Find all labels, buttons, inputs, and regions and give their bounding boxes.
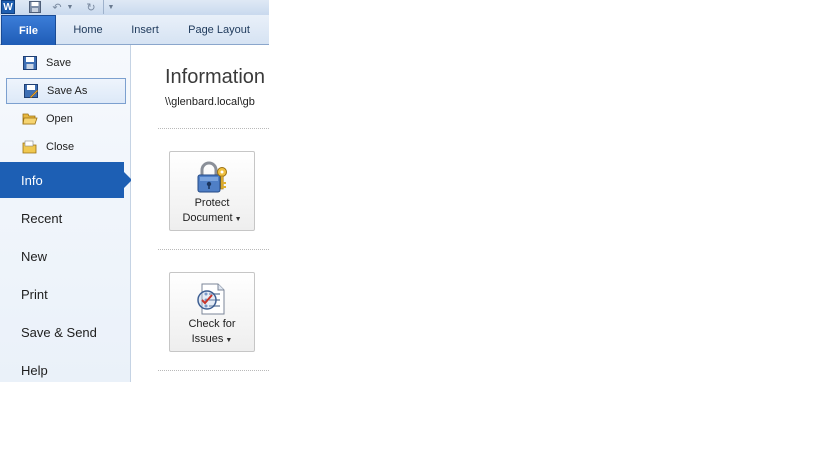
close-command-label: Close [46, 141, 75, 153]
tab-insert[interactable]: Insert [120, 15, 170, 45]
check-for-issues-label-text: Issues [191, 333, 224, 345]
toolbar-divider [103, 0, 104, 14]
word-app-icon[interactable]: W [1, 0, 15, 14]
dropdown-caret-icon: ▼ [234, 216, 242, 223]
open-command-label: Open [46, 113, 73, 125]
nav-help[interactable]: Help [0, 352, 131, 382]
close-folder-icon [22, 139, 38, 155]
section-divider [158, 370, 269, 371]
save-command-label: Save [46, 57, 72, 69]
info-pane: Information \\glenbard.local\gb Protect … [131, 45, 269, 382]
section-divider [158, 128, 269, 129]
dropdown-caret-icon: ▼ [225, 337, 233, 344]
ribbon-tab-strip: File Home Insert Page Layout [0, 15, 269, 45]
tab-page-layout[interactable]: Page Layout [174, 15, 264, 45]
nav-print[interactable]: Print [0, 276, 131, 312]
save-command[interactable]: Save [6, 50, 126, 76]
protect-document-label-text: Document [182, 212, 233, 224]
tab-file[interactable]: File [1, 15, 56, 45]
customize-toolbar-caret-icon[interactable]: ▼ [107, 0, 115, 14]
checklist-inspect-icon [195, 282, 229, 316]
nav-info[interactable]: Info [0, 162, 124, 198]
save-as-command[interactable]: Save As [6, 78, 126, 104]
title-bar: W ↶ ▼ ↻ ▼ [0, 0, 269, 15]
open-folder-icon [22, 111, 38, 127]
nav-recent[interactable]: Recent [0, 200, 131, 236]
protect-document-label-line2: Document ▼ [170, 212, 254, 224]
document-path: \\glenbard.local\gb [165, 96, 255, 108]
save-as-icon [23, 83, 39, 99]
protect-document-label-line1: Protect [194, 197, 230, 209]
undo-arrow-icon[interactable]: ↶ [50, 0, 64, 14]
check-for-issues-button[interactable]: Check for Issues ▼ [169, 272, 255, 352]
padlock-key-icon [195, 161, 229, 195]
check-for-issues-label-line1: Check for [188, 318, 236, 330]
open-command[interactable]: Open [6, 106, 126, 132]
page-title: Information [165, 66, 266, 88]
tab-home[interactable]: Home [60, 15, 116, 45]
close-command[interactable]: Close [6, 134, 126, 160]
section-divider [158, 249, 269, 250]
protect-document-button[interactable]: Protect Document ▼ [169, 151, 255, 231]
word-backstage-window: W ↶ ▼ ↻ ▼ File Home Insert Page Layout S… [0, 0, 269, 382]
nav-new[interactable]: New [0, 238, 131, 274]
floppy-disk-icon[interactable] [28, 0, 42, 14]
redo-arrow-icon[interactable]: ↻ [84, 0, 98, 14]
check-for-issues-label-line2: Issues ▼ [170, 333, 254, 345]
save-as-command-label: Save As [47, 85, 88, 97]
nav-save-and-send[interactable]: Save & Send [0, 314, 131, 350]
floppy-disk-icon [22, 55, 38, 71]
undo-dropdown-caret-icon[interactable]: ▼ [66, 0, 74, 14]
backstage-navigation: Save Save As Open Close Info Recent New … [0, 45, 132, 382]
